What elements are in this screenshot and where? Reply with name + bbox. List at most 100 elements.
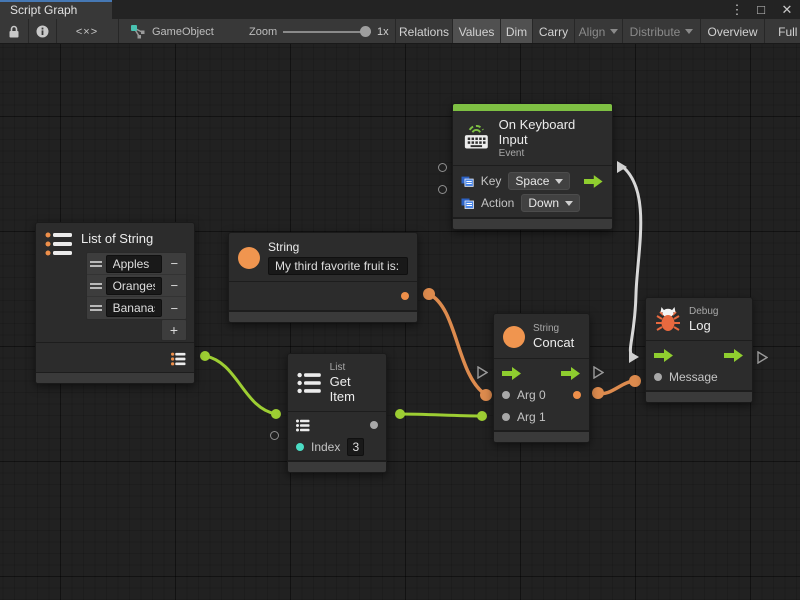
keyboard-unconnected-port[interactable] [438,185,447,194]
chevron-down-icon [555,179,563,184]
wire-endpoint [592,387,604,399]
remove-item-button[interactable]: − [166,301,183,316]
node-title: Get Item [330,374,377,404]
result-output-port[interactable] [573,391,581,399]
tab-bar: Script Graph ⋮ □ ✕ [0,0,800,19]
node-footer [229,311,417,322]
exec-output-port[interactable] [584,175,604,188]
overview-button[interactable]: Overview [700,19,764,44]
list-item-row: − [87,297,186,319]
fullscreen-button[interactable]: Full Screen [764,19,800,44]
node-category: String [533,323,574,334]
drag-handle-icon[interactable] [90,305,102,311]
concat-exec-in-triangle[interactable] [477,366,488,379]
toolbar-separator [118,19,119,44]
carry-button[interactable]: Carry [532,19,574,44]
graph-asset-icon [128,19,148,44]
list-item-input[interactable] [106,255,162,273]
chevron-down-icon [685,29,693,34]
list-editor: − − − [86,252,187,320]
message-input-port[interactable] [654,373,662,381]
gameobject-target[interactable]: GameObject [152,19,214,44]
info-button[interactable] [28,19,56,44]
zoom-slider-track[interactable] [283,31,371,33]
wire-endpoint [477,411,487,421]
event-accent-bar [453,104,612,111]
wire-endpoint [395,409,405,419]
window-menu-icon[interactable]: ⋮ [726,1,748,18]
keyboard-unconnected-port[interactable] [438,163,447,172]
window-maximize-icon[interactable]: □ [750,1,772,18]
key-port-label: Key [481,174,502,188]
concat-exec-out-triangle[interactable] [593,366,604,379]
chevron-down-icon [610,29,618,34]
script-graph-window: Script Graph ⋮ □ ✕ <×> [0,0,800,600]
wire-endpoint [423,288,435,300]
log-exec-out-triangle[interactable] [757,351,768,364]
node-title: Log [689,318,718,333]
list-icon [45,231,73,257]
list-output-port[interactable] [171,352,186,366]
remove-item-button[interactable]: − [166,256,183,271]
action-dropdown[interactable]: Down [521,194,580,212]
string-output-port[interactable] [401,292,409,300]
node-footer [453,218,612,229]
code-view-button[interactable]: <×> [56,19,118,44]
enum-icon [461,176,474,187]
node-category: List [330,362,377,373]
list-item-row: − [87,253,186,275]
node-footer [36,372,194,383]
list-item-input[interactable] [106,299,162,317]
window-close-icon[interactable]: ✕ [776,1,798,18]
exec-input-port[interactable] [654,349,674,362]
drag-handle-icon[interactable] [90,261,102,267]
bug-icon [655,306,681,333]
exec-wire-start-triangle[interactable] [616,160,628,174]
action-port-label: Action [481,196,514,210]
node-title: String [268,240,408,254]
key-dropdown[interactable]: Space [508,172,570,190]
string-value-input[interactable] [268,257,408,275]
align-button[interactable]: Align [574,19,622,44]
values-button[interactable]: Values [452,19,500,44]
chevron-down-icon [565,201,573,206]
zoom-label: Zoom [249,19,277,44]
relations-button[interactable]: Relations [395,19,452,44]
add-item-button[interactable]: + [161,319,187,341]
dim-button[interactable]: Dim [500,19,532,44]
message-label: Message [669,370,718,384]
node-concat[interactable]: String Concat Arg 0 [493,313,590,443]
node-list-of-string[interactable]: List of String − − − + [35,222,195,384]
node-log[interactable]: Debug Log Message [645,297,753,403]
list-item-input[interactable] [106,277,162,295]
exec-input-port[interactable] [502,367,522,380]
wire-endpoint [200,351,210,361]
remove-item-button[interactable]: − [166,278,183,293]
node-footer [494,431,589,442]
exec-wire-end-triangle[interactable] [628,350,640,364]
node-get-item[interactable]: List Get Item Index [287,353,387,473]
wire-concat-to-log [598,381,635,394]
list-icon [297,371,322,395]
exec-output-port[interactable] [561,367,581,380]
arg1-input-port[interactable] [502,413,510,421]
item-output-port[interactable] [370,421,378,429]
tab-script-graph[interactable]: Script Graph [0,0,112,19]
string-type-icon [503,326,525,348]
lock-button[interactable] [0,19,28,44]
zoom-slider-handle[interactable] [360,26,371,37]
distribute-button[interactable]: Distribute [622,19,700,44]
exec-output-port[interactable] [724,349,744,362]
graph-canvas[interactable]: On Keyboard Input Event Key Space [0,44,800,600]
drag-handle-icon[interactable] [90,283,102,289]
node-on-keyboard-input[interactable]: On Keyboard Input Event Key Space [452,103,613,230]
arg0-input-port[interactable] [502,391,510,399]
getitem-unconnected-port[interactable] [270,431,279,440]
list-input-port[interactable] [296,419,310,432]
info-icon [36,25,49,38]
node-string-literal[interactable]: String [228,232,418,323]
wire-string-to-concat [429,294,486,395]
index-value-input[interactable] [347,438,364,456]
index-input-port[interactable] [296,443,304,451]
wire-endpoint [271,409,281,419]
